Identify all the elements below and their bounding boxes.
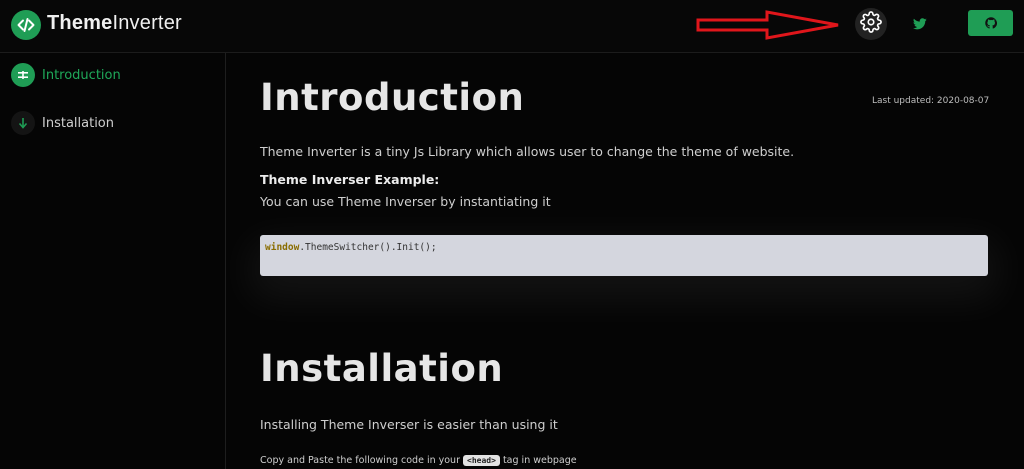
code-snippet: window.ThemeSwitcher().Init(); bbox=[265, 242, 437, 253]
install-note-after: tag in webpage bbox=[502, 455, 577, 466]
list-icon bbox=[11, 63, 35, 87]
main-content: Introduction Last updated: 2020-08-07 Th… bbox=[226, 53, 1024, 469]
code-block[interactable]: window.ThemeSwitcher().Init(); bbox=[260, 235, 988, 276]
settings-button[interactable] bbox=[855, 8, 887, 40]
last-updated-text: Last updated: 2020-08-07 bbox=[872, 96, 990, 106]
page-title-introduction: Introduction bbox=[260, 76, 525, 119]
intro-description: Theme Inverter is a tiny Js Library whic… bbox=[260, 144, 795, 159]
install-note-before: Copy and Paste the following code in you… bbox=[260, 455, 460, 466]
sidebar-item-label: Introduction bbox=[42, 67, 121, 83]
code-keyword: window bbox=[265, 242, 300, 253]
top-navbar: ThemeInverter bbox=[0, 0, 1024, 53]
sidebar-item-installation[interactable]: Installation bbox=[11, 110, 114, 136]
twitter-icon bbox=[912, 15, 927, 34]
brand-name-bold: Theme bbox=[47, 12, 113, 34]
github-icon bbox=[984, 14, 997, 33]
sidebar-item-introduction[interactable]: Introduction bbox=[11, 62, 121, 88]
code-icon[interactable] bbox=[11, 10, 41, 40]
head-tag-badge: <head> bbox=[463, 455, 500, 466]
sidebar: Introduction Installation bbox=[0, 53, 226, 469]
gear-icon bbox=[860, 11, 882, 37]
twitter-button[interactable] bbox=[906, 10, 934, 38]
install-description: Installing Theme Inverser is easier than… bbox=[260, 417, 558, 432]
install-note: Copy and Paste the following code in you… bbox=[260, 455, 577, 466]
sidebar-item-label: Installation bbox=[42, 115, 115, 131]
code-rest: .ThemeSwitcher().Init(); bbox=[299, 242, 437, 253]
red-arrow-annotation bbox=[696, 10, 839, 40]
brand-name[interactable]: ThemeInverter bbox=[47, 12, 182, 35]
brand-name-light: Inverter bbox=[112, 12, 182, 34]
section-title-installation: Installation bbox=[260, 347, 504, 390]
arrow-down-icon bbox=[11, 111, 35, 135]
github-button[interactable] bbox=[968, 10, 1013, 36]
example-heading: Theme Inverser Example: bbox=[260, 172, 440, 187]
example-text: You can use Theme Inverser by instantiat… bbox=[260, 194, 551, 209]
